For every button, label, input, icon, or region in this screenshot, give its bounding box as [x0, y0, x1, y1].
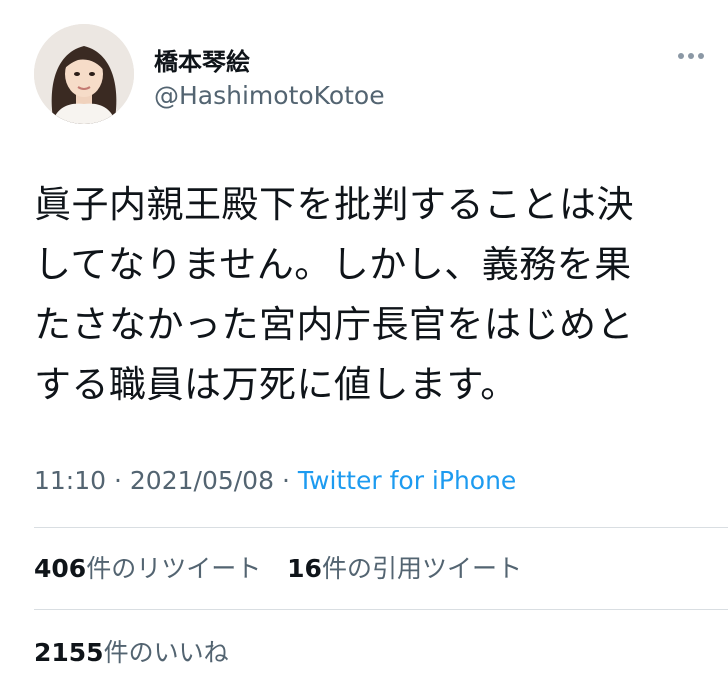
- tweet-text-line: してなりません。しかし、義務を果: [34, 243, 632, 286]
- tweet-header: 橋本琴絵 @HashimotoKotoe: [34, 24, 704, 124]
- retweets-label: 件のリツイート: [86, 554, 262, 583]
- tweet-date[interactable]: 2021/05/08: [130, 466, 274, 495]
- divider: [34, 609, 728, 610]
- tweet-text-line: たさなかった宮内庁長官をはじめと: [34, 303, 634, 346]
- display-name[interactable]: 橋本琴絵: [154, 42, 250, 77]
- retweets-count: 406: [34, 554, 87, 583]
- quotes-label: 件の引用ツイート: [321, 554, 522, 583]
- more-icon[interactable]: [664, 46, 704, 66]
- tweet-text: 眞子内親王殿下を批判することは決 してなりません。しかし、義務を果 たさなかった…: [34, 175, 704, 415]
- likes-stats-row: 2155件のいいね: [34, 633, 229, 669]
- user-handle[interactable]: @HashimotoKotoe: [154, 81, 385, 110]
- avatar[interactable]: [34, 24, 134, 124]
- quotes-count: 16: [287, 554, 322, 583]
- meta-separator: ·: [114, 466, 122, 495]
- more-icon-dot: [698, 53, 704, 59]
- more-icon-dot: [688, 53, 694, 59]
- likes-label: 件のいいね: [103, 638, 229, 667]
- retweet-stats-row: 406件のリツイート 16件の引用ツイート: [34, 549, 522, 585]
- tweet-text-line: する職員は万死に値します。: [34, 363, 518, 406]
- avatar-image: [34, 24, 134, 124]
- meta-separator: ·: [281, 466, 290, 495]
- likes-stat[interactable]: 2155件のいいね: [34, 638, 229, 667]
- retweets-stat[interactable]: 406件のリツイート: [34, 554, 261, 583]
- divider: [34, 527, 728, 528]
- more-icon-dot: [678, 53, 684, 59]
- tweet-text-line: 眞子内親王殿下を批判することは決: [34, 183, 634, 226]
- tweet-source-link[interactable]: Twitter for iPhone: [298, 466, 516, 495]
- likes-count: 2155: [34, 638, 104, 667]
- tweet-meta: 11:10 · 2021/05/08 · Twitter for iPhone: [34, 466, 516, 495]
- quotes-stat[interactable]: 16件の引用ツイート: [287, 554, 522, 583]
- tweet-time[interactable]: 11:10: [34, 466, 106, 495]
